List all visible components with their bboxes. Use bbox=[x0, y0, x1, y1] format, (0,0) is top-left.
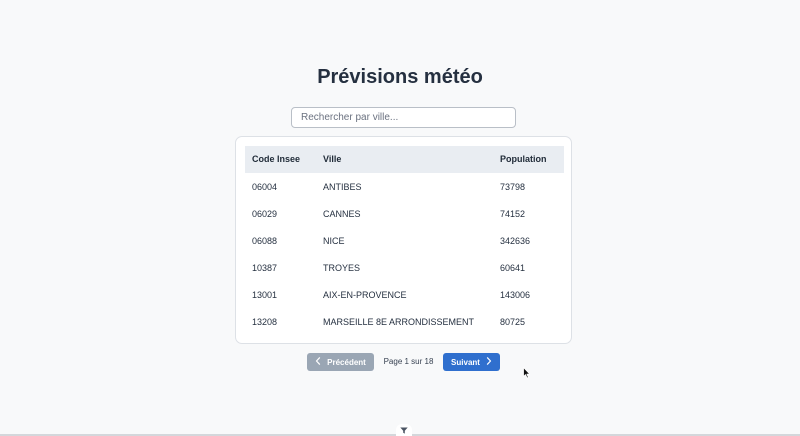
cell-ville: ANTIBES bbox=[323, 182, 362, 192]
cell-ville: CANNES bbox=[323, 209, 361, 219]
filter-funnel-icon[interactable] bbox=[396, 424, 412, 436]
next-page-button[interactable]: Suivant bbox=[443, 353, 500, 371]
cell-population: 80725 bbox=[500, 317, 526, 327]
cell-population: 342636 bbox=[500, 236, 531, 246]
table-row[interactable]: 06004 ANTIBES 73798 bbox=[245, 174, 564, 201]
cell-population: 143006 bbox=[500, 290, 531, 300]
cell-population: 60641 bbox=[500, 263, 526, 273]
cell-population: 74152 bbox=[500, 209, 526, 219]
cell-ville: TROYES bbox=[323, 263, 361, 273]
next-page-label: Suivant bbox=[451, 357, 480, 367]
chevron-left-icon bbox=[315, 357, 321, 367]
table-row[interactable]: 13001 AIX-EN-PROVENCE 143006 bbox=[245, 282, 564, 309]
results-table-card: Code Insee Ville Population 06004 ANTIBE… bbox=[235, 136, 572, 344]
cell-ville: AIX-EN-PROVENCE bbox=[323, 290, 407, 300]
table-header: Code Insee Ville Population bbox=[245, 146, 564, 173]
previous-page-button[interactable]: Précédent bbox=[307, 353, 374, 371]
cell-code-insee: 06004 bbox=[252, 182, 278, 192]
column-header-population[interactable]: Population bbox=[500, 146, 547, 173]
cell-ville: NICE bbox=[323, 236, 345, 246]
table-row[interactable]: 06088 NICE 342636 bbox=[245, 228, 564, 255]
cell-code-insee: 06088 bbox=[252, 236, 278, 246]
column-header-code-insee[interactable]: Code Insee bbox=[252, 146, 300, 173]
table-row[interactable]: 10387 TROYES 60641 bbox=[245, 255, 564, 282]
cell-code-insee: 10387 bbox=[252, 263, 278, 273]
table-body: 06004 ANTIBES 73798 06029 CANNES 74152 0… bbox=[245, 174, 564, 336]
column-header-ville[interactable]: Ville bbox=[323, 146, 341, 173]
table-row[interactable]: 13208 MARSEILLE 8E ARRONDISSEMENT 80725 bbox=[245, 309, 564, 336]
page-indicator: Page 1 sur 18 bbox=[383, 357, 434, 366]
chevron-right-icon bbox=[486, 357, 492, 367]
table-row[interactable]: 06029 CANNES 74152 bbox=[245, 201, 564, 228]
cell-ville: MARSEILLE 8E ARRONDISSEMENT bbox=[323, 317, 475, 327]
cell-code-insee: 06029 bbox=[252, 209, 278, 219]
search-input[interactable] bbox=[291, 107, 516, 128]
cell-code-insee: 13208 bbox=[252, 317, 278, 327]
cell-population: 73798 bbox=[500, 182, 526, 192]
page-title: Prévisions météo bbox=[317, 66, 483, 88]
previous-page-label: Précédent bbox=[327, 357, 366, 367]
cell-code-insee: 13001 bbox=[252, 290, 278, 300]
mouse-pointer-icon bbox=[523, 366, 531, 384]
